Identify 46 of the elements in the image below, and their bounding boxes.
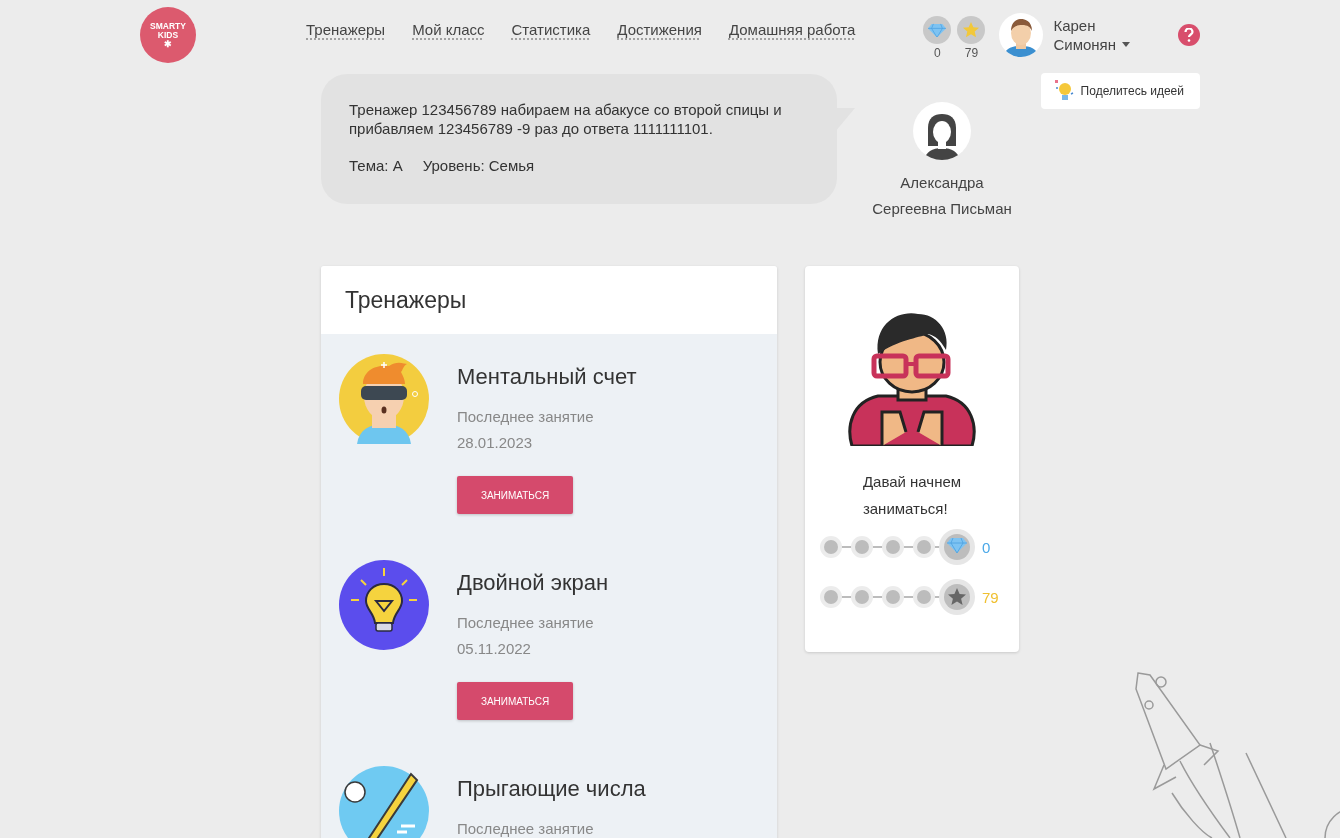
- star-icon: [948, 588, 966, 605]
- caret-icon: [1122, 42, 1130, 47]
- share-idea-button[interactable]: Поделитесь идеей: [1040, 73, 1200, 109]
- trainer-name: Ментальный счет: [457, 364, 637, 390]
- teacher-name: Сергеевна Письман: [872, 199, 1012, 219]
- diamond-icon: [928, 22, 947, 38]
- logo[interactable]: SMARTY KIDS ✱: [140, 7, 196, 63]
- progress-count: 79: [982, 588, 1000, 606]
- motivation-text: Давай начнем заниматься!: [862, 472, 962, 519]
- step-dot: [820, 586, 842, 608]
- topic-label: Тема: А: [349, 156, 403, 175]
- trainer-name: Прыгающие числа: [457, 776, 646, 802]
- practice-button[interactable]: ЗАНИМАТЬСЯ: [457, 476, 573, 514]
- step-dot: [820, 536, 842, 558]
- light-bulb-icon: [1052, 79, 1075, 103]
- star-icon: [962, 21, 981, 39]
- level-label: Уровень: Семья: [422, 156, 535, 175]
- nav-link[interactable]: Тренажеры: [306, 20, 386, 38]
- step-dot: [851, 536, 873, 558]
- user-menu[interactable]: Карен Симонян: [1053, 16, 1130, 54]
- practice-button[interactable]: ЗАНИМАТЬСЯ: [457, 682, 573, 720]
- step-dot: [882, 536, 904, 558]
- nav-link[interactable]: Достижения: [617, 20, 702, 38]
- teacher-name: Александра: [900, 173, 984, 193]
- last-session-label: Последнее занятие: [457, 407, 594, 427]
- last-session-date: 05.11.2022: [457, 639, 531, 659]
- last-session-label: Последнее занятие: [457, 613, 594, 633]
- step-dot: [882, 586, 904, 608]
- step-dot: [913, 586, 935, 608]
- nav-link[interactable]: Домашняя работа: [728, 20, 856, 38]
- trainer-name: Двойной экран: [457, 570, 609, 596]
- nav-link[interactable]: Статистика: [511, 20, 591, 38]
- step-dot: [913, 536, 935, 558]
- last-session-date: 28.01.2023: [457, 433, 533, 453]
- progress-count: 0: [982, 538, 992, 556]
- help-button[interactable]: [1178, 24, 1200, 46]
- counter-value: 0: [934, 46, 941, 60]
- counter-value: 79: [964, 46, 979, 60]
- diamond-icon: [947, 538, 967, 553]
- user-avatar[interactable]: [999, 13, 1044, 57]
- step-dot: [851, 586, 873, 608]
- task-text: Тренажер 123456789 набираем на абакусе со второй спицы и прибавляем 123456789 -9 раз до ответа 1111111101.: [349, 100, 783, 138]
- nav-link[interactable]: Мой класс: [412, 20, 485, 38]
- card-title: Тренажеры: [345, 286, 467, 314]
- question-mark-icon: [1184, 28, 1194, 42]
- last-session-label: Последнее занятие: [457, 819, 594, 838]
